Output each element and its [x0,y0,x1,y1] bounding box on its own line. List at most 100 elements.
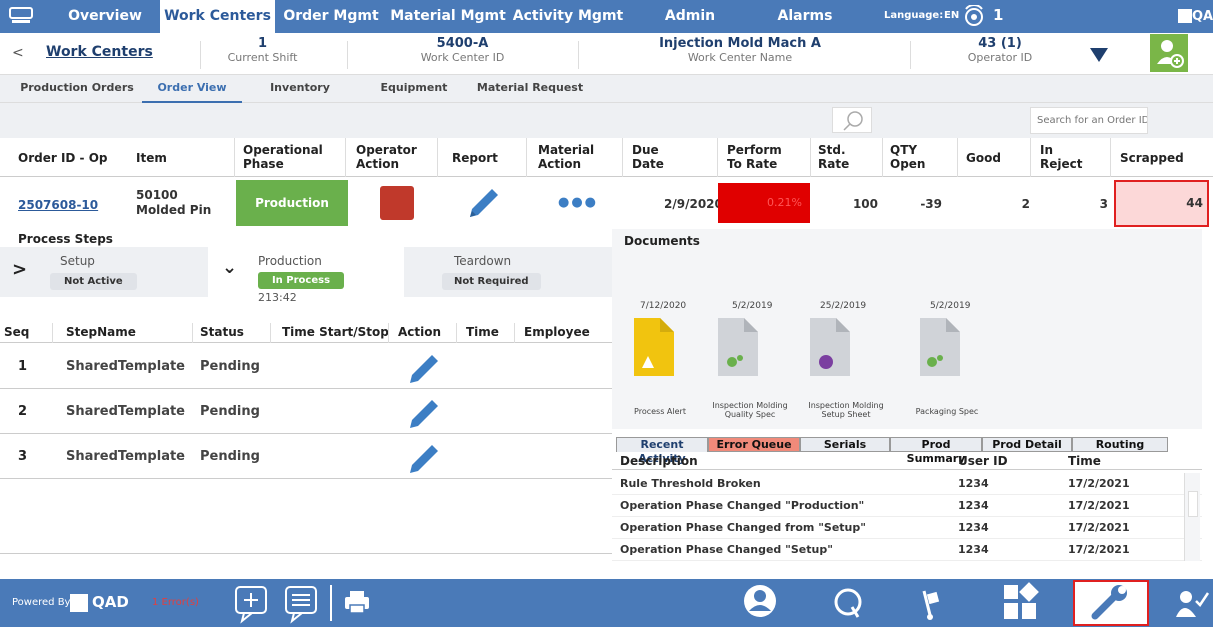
col-activity-time: Time [1068,454,1101,468]
activity-user-first: 1234 [958,477,989,490]
dropdown-triangle-icon[interactable] [1090,48,1108,62]
phase-button[interactable]: Production [236,180,348,226]
doc-date: 5/2/2019 [930,301,971,311]
language-select[interactable]: EN [944,10,959,21]
wc-id-label: Work Center ID [420,51,505,64]
order-id-link[interactable]: 2507608-10 [18,198,98,212]
tab-work-centers[interactable]: Work Centers [160,0,275,33]
operator-check-icon[interactable] [1170,579,1210,627]
sub-tabs: Production Orders Order View Inventory E… [0,75,1213,103]
step-teardown[interactable]: Teardown Not Required [404,247,612,297]
activity-user: 1234 [958,543,989,556]
step-edit-pencil-icon[interactable] [406,439,444,477]
material-action-more-icon[interactable]: ●●● [558,195,598,210]
qty-open: -39 [920,197,942,211]
col-order-id[interactable]: Order ID - Op [18,151,108,165]
activity-desc: Operation Phase Changed "Setup" [620,543,833,556]
col-perform-to-rate[interactable]: Perform To Rate [727,143,797,171]
add-comment-icon[interactable] [232,579,272,627]
activity-tab-prod-detail[interactable]: Prod Detail [982,437,1072,452]
stop-button[interactable] [380,186,414,220]
col-operator-action[interactable]: Operator Action [356,143,417,171]
good-qty: 2 [1021,197,1030,211]
tools-wrench-button[interactable] [1073,580,1149,626]
dashboard-blocks-icon[interactable] [1000,579,1044,627]
search-input[interactable] [1030,107,1148,134]
subtab-equipment[interactable]: Equipment [374,75,454,103]
brand-text: QAD [1192,9,1213,24]
quality-spec-doc-icon[interactable] [712,314,782,380]
user-profile-icon[interactable] [738,579,782,627]
quality-q-icon[interactable] [828,579,868,627]
app-logo-icon[interactable] [8,6,34,26]
hand-truck-icon[interactable] [914,579,948,627]
tab-material-mgmt[interactable]: Material Mgmt [388,0,508,33]
comments-icon[interactable] [282,579,322,627]
subtab-material-request[interactable]: Material Request [470,75,590,103]
activity-tab-serials[interactable]: Serials [800,437,890,452]
process-alert-doc-icon[interactable] [622,314,692,380]
activity-tab-error-queue[interactable]: Error Queue [708,437,800,452]
col-status: Status [200,325,244,339]
search-icon[interactable] [832,107,872,133]
collapse-chevron-icon[interactable]: ⌄ [222,257,237,278]
wc-name-label: Work Center Name [687,51,793,64]
col-operational-phase[interactable]: Operational Phase [243,143,333,171]
col-good[interactable]: Good [966,151,1001,165]
activity-row[interactable]: Operation Phase Changed from "Setup" 123… [612,517,1202,539]
scrapped-qty[interactable]: 44 [1114,180,1209,227]
step-production[interactable]: ⌄ Production In Process 213:42 [208,247,404,304]
scrollbar[interactable] [1184,473,1200,561]
col-scrapped[interactable]: Scrapped [1120,151,1184,165]
activity-tab-prod-summary[interactable]: Prod Summary [890,437,982,465]
operator-label: Operator ID [967,51,1033,64]
col-std-rate[interactable]: Std. Rate [818,143,858,171]
step-row[interactable]: 3 SharedTemplate Pending [0,435,612,479]
step-edit-pencil-icon[interactable] [406,394,444,432]
activity-time: 17/2/2021 [1068,521,1130,534]
tab-order-mgmt[interactable]: Order Mgmt [280,0,382,33]
subtab-production-orders[interactable]: Production Orders [18,75,136,103]
packaging-spec-doc-icon[interactable] [912,314,982,380]
step-setup[interactable]: > Setup Not Active [0,247,208,297]
activity-row[interactable]: Operation Phase Changed "Setup" 1234 17/… [612,539,1202,561]
alarm-icon[interactable] [962,4,986,27]
col-qty-open[interactable]: QTY Open [890,143,930,171]
step-status-badge: Not Required [442,273,541,290]
error-count-link[interactable]: 1 Error(s) [152,597,199,608]
order-row[interactable]: 2507608-10 50100 Molded Pin Production ●… [0,179,1213,229]
wc-name-value: Injection Mold Mach A [659,36,821,51]
step-row[interactable]: 1 SharedTemplate Pending [0,345,612,389]
activity-row[interactable]: Operation Phase Changed "Production" 123… [612,495,1202,517]
step-edit-pencil-icon[interactable] [406,349,444,387]
scrollbar-thumb[interactable] [1188,491,1198,517]
col-report[interactable]: Report [452,151,498,165]
activity-row[interactable]: Rule Threshold Broken 17/2/2021 [612,473,1202,495]
activity-time: 17/2/2021 [1068,499,1130,512]
tab-activity-mgmt[interactable]: Activity Mgmt [512,0,624,33]
col-in-reject[interactable]: In Reject [1040,143,1082,171]
step-name: SharedTemplate [66,404,185,419]
work-center-name: Injection Mold Mach A Work Center Name [640,36,840,64]
page-title[interactable]: Work Centers [46,44,153,60]
tab-alarms[interactable]: Alarms [770,0,840,33]
step-row[interactable]: 2 SharedTemplate Pending [0,390,612,434]
activity-tab-recent[interactable]: Recent Activity [616,437,708,465]
setup-sheet-doc-icon[interactable] [802,314,872,380]
subtab-inventory[interactable]: Inventory [262,75,338,103]
report-pencil-icon[interactable] [464,183,504,223]
operator-value: 43 (1) [978,36,1022,51]
tab-admin[interactable]: Admin [660,0,720,33]
add-operator-button[interactable] [1150,34,1188,72]
back-button[interactable]: < [12,45,24,61]
col-due-date[interactable]: Due Date [632,143,672,171]
expand-chevron-icon[interactable]: > [12,259,27,280]
col-material-action[interactable]: Material Action [538,143,608,171]
col-user-id: User ID [958,454,1008,468]
col-item[interactable]: Item [136,151,167,165]
print-icon[interactable] [342,579,372,627]
subtab-order-view[interactable]: Order View [142,75,242,103]
tab-overview[interactable]: Overview [60,0,150,33]
step-time: 213:42 [258,291,297,304]
activity-tab-routing[interactable]: Routing [1072,437,1168,452]
